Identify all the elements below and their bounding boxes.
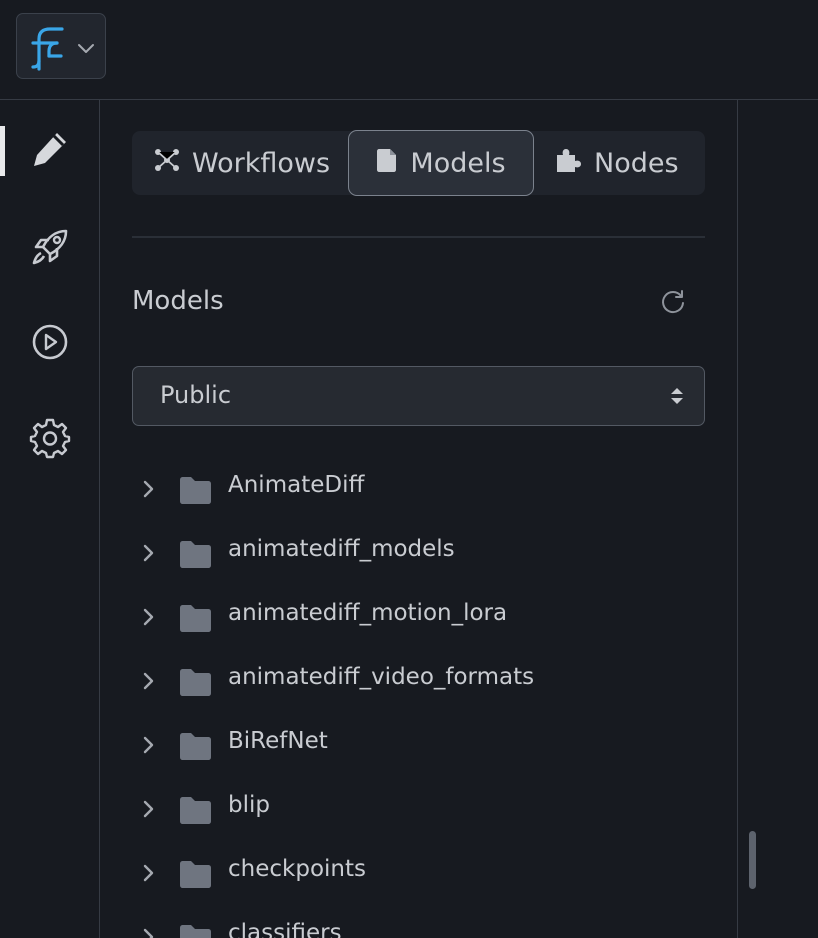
app-window: Workflows Models Nodes Models Public Ani… — [0, 0, 818, 938]
folder-icon — [178, 603, 212, 637]
rail-item-edit[interactable] — [0, 119, 99, 183]
graph-nodes-icon — [154, 147, 180, 180]
folder-label: AnimateDiff — [228, 472, 365, 498]
folder-label: animatediff_models — [228, 536, 455, 562]
chevron-down-icon — [76, 40, 96, 59]
chevron-right-icon[interactable] — [140, 543, 156, 567]
rail-item-settings[interactable] — [0, 408, 99, 472]
tab-models[interactable]: Models — [348, 130, 534, 196]
folder-icon — [178, 539, 212, 573]
folder-label: classifiers — [228, 920, 342, 938]
refresh-icon[interactable] — [660, 289, 686, 319]
side-panel: Workflows Models Nodes Models Public Ani… — [100, 100, 738, 938]
folder-label: animatediff_motion_lora — [228, 600, 508, 626]
chevron-right-icon[interactable] — [140, 607, 156, 631]
chevron-right-icon[interactable] — [140, 927, 156, 938]
folder-icon — [178, 859, 212, 893]
tab-workflows-label: Workflows — [192, 147, 331, 179]
tree-row[interactable]: AnimateDiff — [132, 458, 705, 522]
active-indicator — [0, 126, 5, 176]
gear-icon — [29, 417, 71, 463]
tab-nodes[interactable]: Nodes — [554, 131, 679, 195]
tree-row[interactable]: animatediff_motion_lora — [132, 586, 705, 650]
chevron-right-icon[interactable] — [140, 671, 156, 695]
tree-row[interactable]: checkpoints — [132, 842, 705, 906]
puzzle-icon — [554, 147, 582, 180]
rail-item-deploy[interactable] — [0, 217, 99, 281]
pencil-icon — [30, 129, 70, 173]
tab-workflows[interactable]: Workflows — [154, 131, 330, 195]
folder-label: blip — [228, 792, 270, 818]
folder-label: BiRefNet — [228, 728, 328, 754]
file-icon — [376, 147, 398, 180]
visibility-select-value: Public — [160, 381, 232, 409]
folder-label: checkpoints — [228, 856, 366, 882]
tree-row[interactable]: animatediff_models — [132, 522, 705, 586]
section-title: Models — [132, 286, 224, 316]
rail-item-run[interactable] — [0, 312, 99, 376]
tree-row[interactable]: blip — [132, 778, 705, 842]
folder-label: animatediff_video_formats — [228, 664, 535, 690]
tab-models-label: Models — [410, 147, 506, 179]
chevron-right-icon[interactable] — [140, 863, 156, 887]
play-circle-icon — [30, 322, 70, 366]
rocket-icon — [30, 227, 70, 271]
folder-icon — [178, 731, 212, 765]
workspace-menu-button[interactable] — [16, 13, 106, 79]
panel-tabs: Workflows Models Nodes — [132, 130, 705, 196]
chevron-right-icon[interactable] — [140, 799, 156, 823]
folder-icon — [178, 475, 212, 509]
divider — [132, 236, 705, 238]
scrollbar-thumb[interactable] — [749, 831, 756, 889]
folder-icon — [178, 667, 212, 701]
folder-icon — [178, 923, 212, 938]
tree-row[interactable]: BiRefNet — [132, 714, 705, 778]
top-bar — [0, 0, 818, 100]
tree-row[interactable]: classifiers — [132, 906, 705, 938]
tab-nodes-label: Nodes — [594, 147, 679, 179]
tree-row[interactable]: animatediff_video_formats — [132, 650, 705, 714]
folder-icon — [178, 795, 212, 829]
left-nav-rail — [0, 100, 100, 938]
flow-logo-icon — [31, 25, 65, 75]
chevron-right-icon[interactable] — [140, 735, 156, 759]
visibility-select[interactable]: Public — [132, 366, 705, 426]
chevron-right-icon[interactable] — [140, 479, 156, 503]
select-arrows-icon — [669, 386, 685, 410]
